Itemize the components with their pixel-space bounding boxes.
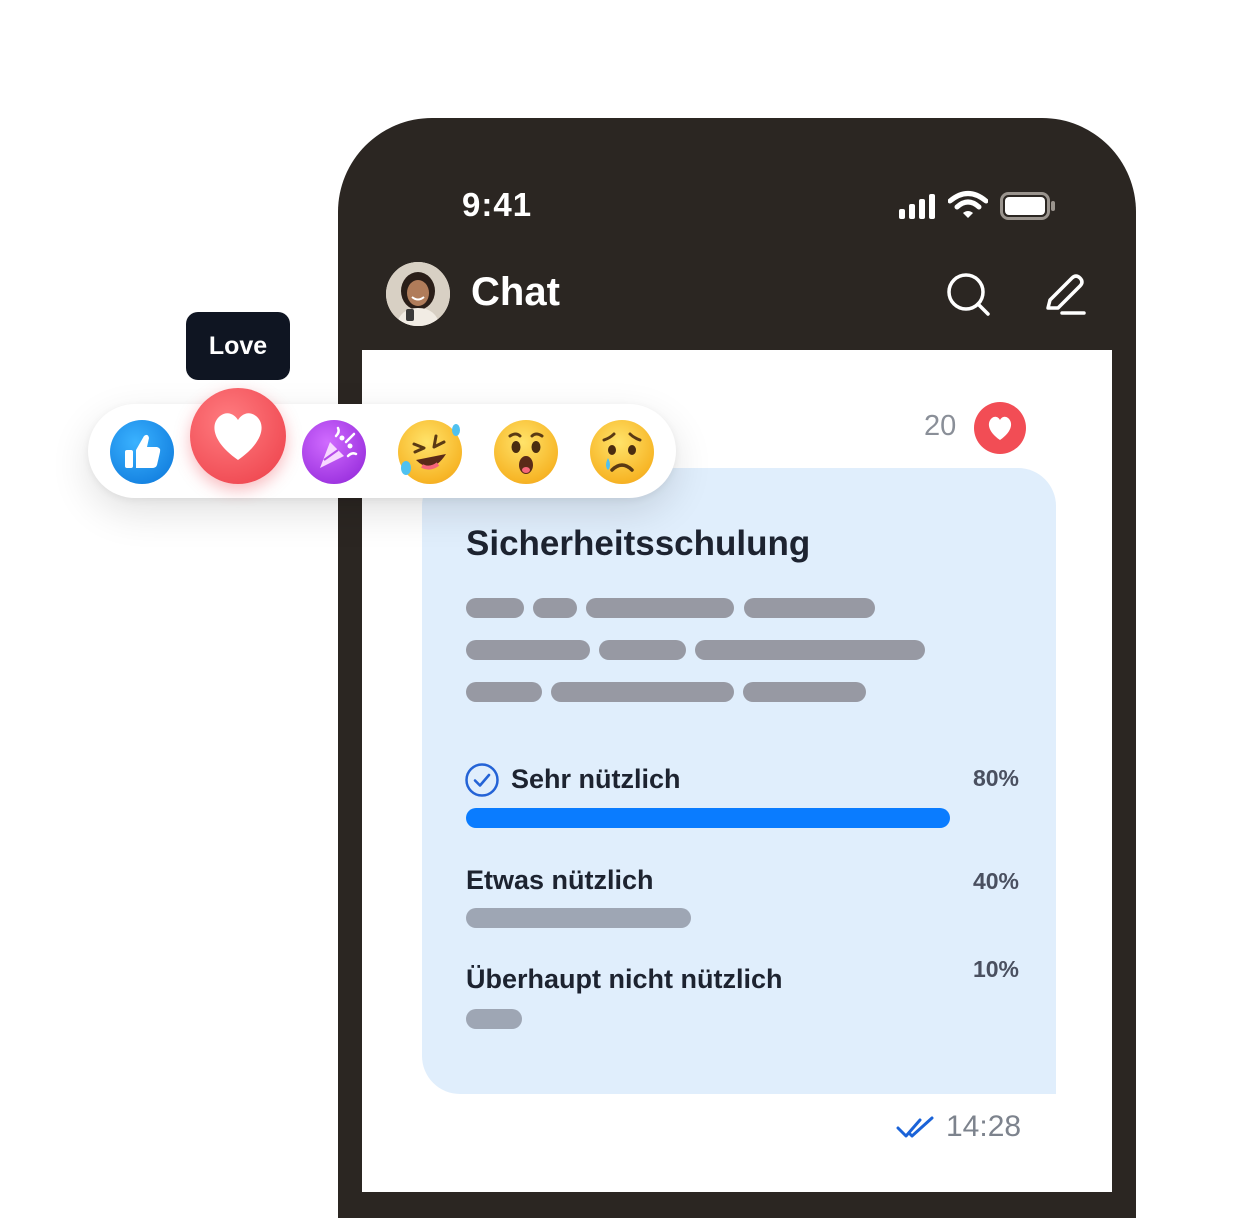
reaction-count[interactable]: 20 — [924, 410, 956, 443]
poll-option-label[interactable]: Sehr nützlich — [511, 764, 681, 795]
heart-icon[interactable] — [974, 402, 1026, 454]
avatar-image — [386, 262, 450, 326]
text-placeholder — [466, 640, 590, 660]
love-icon[interactable] — [190, 388, 286, 484]
poll-option-percent: 10% — [972, 956, 1019, 982]
message-time: 14:28 — [946, 1110, 1022, 1143]
wifi-icon — [948, 191, 988, 218]
reaction-tooltip: Love — [186, 312, 290, 380]
text-placeholder — [466, 598, 524, 618]
page-title: Chat — [471, 270, 560, 314]
poll-option-percent: 40% — [972, 868, 1019, 894]
poll-progress-bar — [466, 808, 950, 828]
poll-progress-bar — [466, 908, 950, 928]
surprised-icon[interactable] — [494, 420, 558, 484]
message-title: Sicherheitsschulung — [466, 524, 811, 563]
text-placeholder — [744, 598, 875, 618]
crying-icon[interactable] — [590, 420, 654, 484]
battery-icon — [1000, 192, 1055, 220]
signal-icon — [899, 194, 935, 219]
like-icon[interactable] — [110, 420, 174, 484]
reaction-picker — [88, 404, 676, 498]
status-time: 9:41 — [462, 186, 533, 223]
poll-progress-bar — [466, 1009, 950, 1029]
text-placeholder — [466, 682, 542, 702]
text-placeholder — [599, 640, 686, 660]
text-placeholder — [695, 640, 925, 660]
poll-progress-fill — [466, 808, 950, 828]
text-placeholder — [743, 682, 866, 702]
search-icon[interactable] — [944, 270, 992, 318]
text-placeholder — [586, 598, 734, 618]
poll-progress-fill — [466, 908, 691, 928]
double-check-icon — [896, 1116, 934, 1138]
text-placeholder — [551, 682, 734, 702]
poll-option-label[interactable]: Etwas nützlich — [466, 865, 654, 896]
compose-icon[interactable] — [1040, 270, 1088, 318]
poll-option-percent: 80% — [972, 765, 1019, 791]
party-popper-icon[interactable] — [302, 420, 366, 484]
poll-option-label[interactable]: Überhaupt nicht nützlich — [466, 964, 783, 995]
text-placeholder — [533, 598, 577, 618]
poll-progress-fill — [466, 1009, 522, 1029]
laughing-icon[interactable] — [398, 420, 462, 484]
check-circle-icon — [465, 763, 499, 797]
avatar[interactable] — [386, 262, 450, 326]
